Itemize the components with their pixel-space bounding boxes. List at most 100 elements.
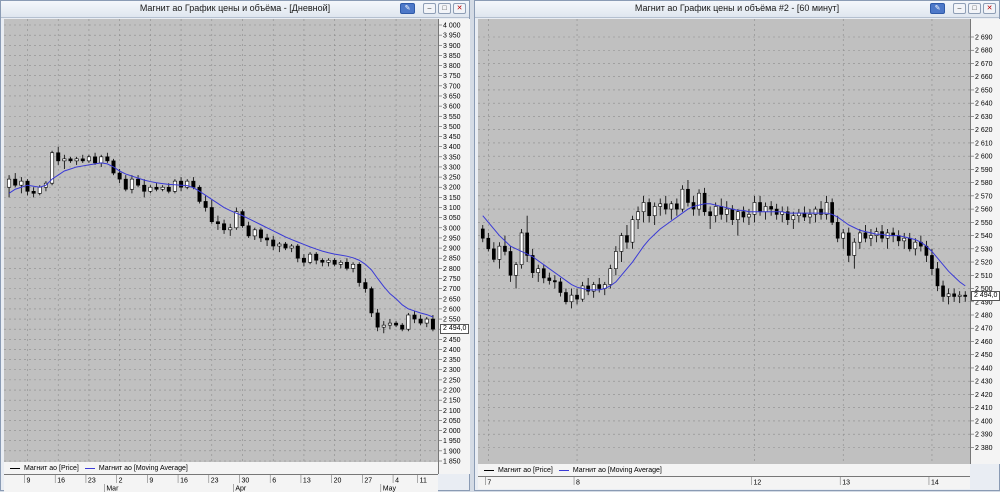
y-tick-label: 3 050 (443, 215, 461, 222)
y-tick-label: 2 600 (975, 154, 993, 161)
y-tick-label: 2 900 (443, 246, 461, 253)
candle (425, 317, 428, 327)
candle (302, 254, 305, 266)
daily-price-plot[interactable] (4, 19, 438, 474)
minimize-button[interactable]: – (423, 3, 436, 14)
x-tick-label: 13 (842, 480, 850, 487)
maximize-button[interactable]: □ (438, 3, 451, 14)
candle (130, 175, 133, 193)
y-tick-label: 3 550 (443, 114, 461, 121)
y-tick-label: 2 550 (975, 220, 993, 227)
candle (498, 242, 501, 268)
hourly-price-axis: 2 6902 6802 6702 6602 6502 6402 6302 620… (970, 19, 1000, 464)
y-tick-label: 1 950 (443, 438, 461, 445)
x-tick-label: 8 (576, 480, 580, 487)
candle (631, 216, 634, 249)
close-button[interactable]: ✕ (983, 3, 996, 14)
candle (625, 225, 628, 249)
x-tick-label: 12 (754, 480, 762, 487)
y-tick-label: 3 650 (443, 93, 461, 100)
candle (853, 238, 856, 268)
maximize-button[interactable]: □ (968, 3, 981, 14)
candle (210, 199, 213, 223)
candle (509, 246, 512, 282)
hourly-window-titlebar[interactable]: Магнит ао График цены и объёма #2 - [60 … (475, 1, 999, 18)
y-tick-label: 2 580 (975, 180, 993, 187)
candle (953, 289, 956, 302)
candle (914, 238, 917, 255)
candle (247, 222, 250, 238)
hourly-price-plot[interactable] (478, 19, 970, 464)
candle (370, 287, 373, 317)
candle (358, 262, 361, 286)
y-tick-label: 2 460 (975, 339, 993, 346)
candle (648, 199, 651, 223)
moving-average-line (9, 163, 433, 317)
y-tick-label: 3 800 (443, 63, 461, 70)
legend-entry-moving-average: Магнит ао [Moving Average] (559, 467, 662, 474)
candle (515, 262, 518, 288)
y-tick-label: 2 300 (443, 367, 461, 374)
candle (831, 199, 834, 225)
y-tick-label: 2 640 (975, 101, 993, 108)
candle (886, 229, 889, 249)
candle (797, 209, 800, 222)
pin-icon[interactable]: ✎ (930, 3, 945, 14)
candle (764, 202, 767, 219)
candle (278, 242, 281, 252)
y-tick-label: 3 000 (443, 225, 461, 232)
x-month-label: Apr (235, 486, 247, 492)
candle (559, 278, 562, 297)
y-tick-label: 2 530 (975, 246, 993, 253)
daily-window-titlebar[interactable]: Магнит ао График цены и объёма - [Дневно… (1, 1, 469, 18)
y-tick-label: 2 420 (975, 392, 993, 399)
daily-window-title: Магнит ао График цены и объёма - [Дневно… (1, 3, 469, 13)
pin-icon[interactable]: ✎ (400, 3, 415, 14)
candle (842, 229, 845, 249)
y-tick-label: 2 630 (975, 114, 993, 121)
x-month-label: May (383, 486, 397, 492)
candle (401, 323, 404, 331)
candle (382, 321, 385, 333)
y-tick-label: 1 850 (443, 459, 461, 466)
candle (869, 229, 872, 246)
hourly-legend: Магнит ао [Price] Магнит ао [Moving Aver… (478, 464, 970, 476)
candle (858, 229, 861, 249)
candle (44, 181, 47, 191)
y-tick-label: 3 200 (443, 185, 461, 192)
candle (620, 233, 623, 262)
candle (587, 278, 590, 295)
candle (69, 157, 72, 163)
y-tick-label: 2 560 (975, 207, 993, 214)
y-tick-label: 2 650 (443, 296, 461, 303)
y-tick-label: 3 100 (443, 205, 461, 212)
y-tick-label: 2 540 (975, 233, 993, 240)
candle (229, 224, 232, 236)
candle (936, 262, 939, 291)
y-tick-label: 2 800 (443, 266, 461, 273)
y-tick-label: 1 900 (443, 448, 461, 455)
candle (820, 201, 823, 220)
hourly-time-axis: 78121314 (478, 476, 970, 489)
y-tick-label: 3 850 (443, 53, 461, 60)
daily-price-svg (4, 19, 438, 474)
candle (698, 189, 701, 215)
candle (881, 225, 884, 242)
close-button[interactable]: ✕ (453, 3, 466, 14)
candle (351, 262, 354, 272)
y-tick-label: 2 690 (975, 35, 993, 42)
y-tick-label: 2 000 (443, 428, 461, 435)
candle (964, 291, 967, 302)
candle (925, 241, 928, 262)
candle (57, 147, 60, 165)
y-tick-label: 3 450 (443, 134, 461, 141)
y-tick-label: 3 600 (443, 104, 461, 111)
y-tick-label: 2 620 (975, 127, 993, 134)
y-tick-label: 2 480 (975, 313, 993, 320)
y-tick-label: 3 300 (443, 164, 461, 171)
candle (753, 196, 756, 222)
minimize-button[interactable]: – (953, 3, 966, 14)
y-tick-label: 2 390 (975, 432, 993, 439)
y-tick-label: 3 400 (443, 144, 461, 151)
candle (290, 244, 293, 252)
